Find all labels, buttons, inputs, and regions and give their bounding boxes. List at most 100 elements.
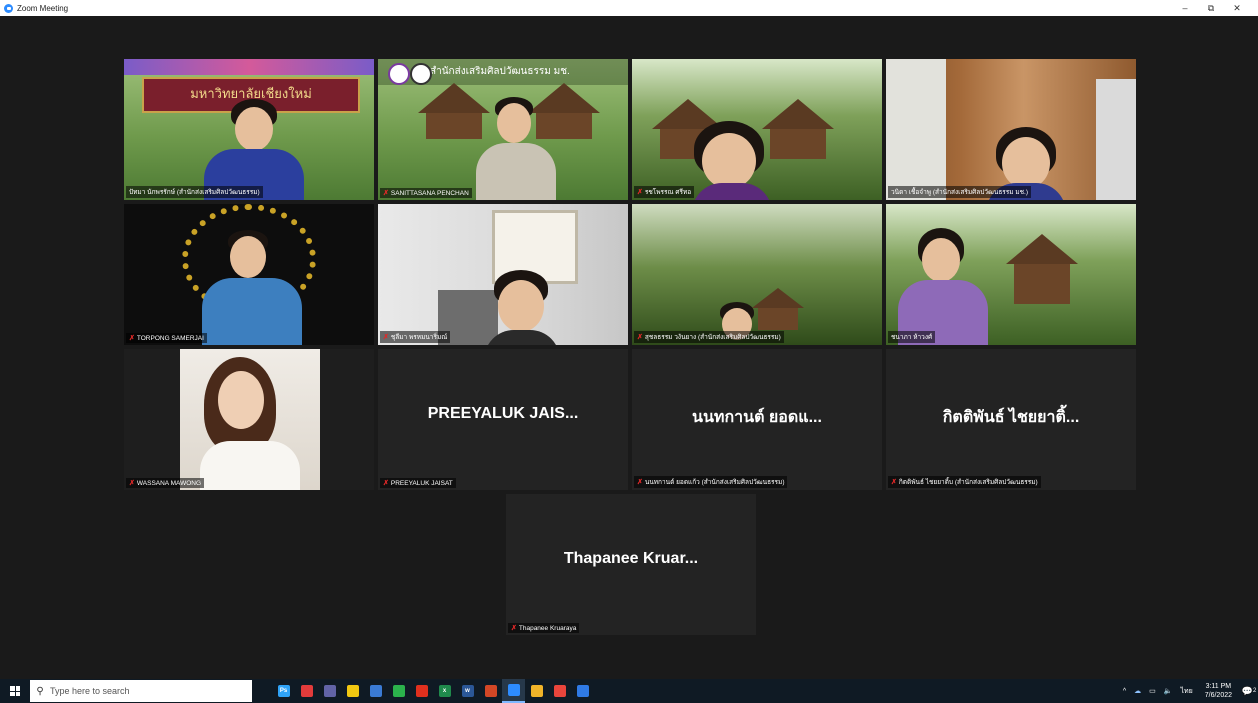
explorer-icon bbox=[530, 685, 543, 697]
participant-name-label: ปัทมา นักพรรักษ์ (สำนักส่งเสริมศิลปวัฒนธ… bbox=[126, 186, 263, 198]
muted-mic-icon: ✗ bbox=[637, 334, 643, 341]
participant-video bbox=[124, 204, 374, 345]
taskbar-app-teams[interactable] bbox=[318, 679, 341, 703]
taskbar-app-zoom[interactable] bbox=[502, 679, 525, 703]
close-button[interactable]: ✕ bbox=[1224, 0, 1250, 16]
taskbar-app-chrome[interactable] bbox=[548, 679, 571, 703]
muted-mic-icon: ✗ bbox=[383, 480, 389, 487]
muted-mic-icon: ✗ bbox=[383, 334, 389, 341]
app-red-icon bbox=[300, 685, 313, 697]
taskbar-app-powerpoint[interactable] bbox=[479, 679, 502, 703]
participant-video bbox=[632, 204, 882, 345]
participant-tile[interactable]: นนทกานต์ ยอดแ... ✗ นนทกานต์ ยอดแก้ว (สำนั… bbox=[632, 349, 882, 490]
taskbar-search[interactable]: ⚲ Type here to search bbox=[30, 680, 252, 702]
participant-video bbox=[886, 204, 1136, 345]
participant-name-label: ✗ TORPONG SAMERJAI bbox=[126, 333, 207, 343]
participant-tile[interactable]: ✗ ชุลีมา พรหมนาริ่มณ์ bbox=[378, 204, 628, 345]
participant-tile[interactable]: วนิดา เชื้อจำพู (สำนักส่งเสริมศิลปวัฒนธร… bbox=[886, 59, 1136, 200]
photoshop-icon: Ps bbox=[277, 685, 290, 697]
participant-tile[interactable]: ✗ TORPONG SAMERJAI bbox=[124, 204, 374, 345]
acrobat-icon bbox=[415, 685, 428, 697]
participant-name-label: ✗ รชโพรรณ ศรีทอ bbox=[634, 186, 695, 198]
notification-icon: 💬 bbox=[1241, 685, 1253, 696]
profile-photo bbox=[180, 349, 320, 490]
participant-video bbox=[886, 59, 1136, 200]
bookshelf bbox=[886, 59, 946, 200]
participant-name-label: ✗ ชุลีมา พรหมนาริ่มณ์ bbox=[380, 331, 451, 343]
muted-mic-icon: ✗ bbox=[637, 479, 643, 486]
gallery-view: มหาวิทยาลัยเชียงใหม่ ปัทมา นักพรรักษ์ (ส… bbox=[0, 16, 1258, 679]
system-tray: ^ ☁ ▭ 🔈 ไทย 3:11 PM 7/6/2022 💬 2 bbox=[1119, 679, 1258, 703]
onedrive-icon[interactable]: ☁ bbox=[1134, 687, 1141, 695]
participant-name-label: ชนาภา ห้าวงศ์ bbox=[888, 331, 936, 343]
participant-name-label: ✗ กิตติพันธ์ ไชยยาติ้บ (สำนักส่งเสริมศิลป… bbox=[888, 476, 1041, 488]
participant-display-name: นนทกานต์ ยอดแ... bbox=[692, 409, 822, 426]
taskbar-app-powerbi[interactable] bbox=[341, 679, 364, 703]
participant-video: สำนักส่งเสริมศิลปวัฒนธรรม มช. bbox=[378, 59, 628, 200]
participant-tile[interactable]: PREEYALUK JAIS... ✗ PREEYALUK JAISAT bbox=[378, 349, 628, 490]
network-icon[interactable]: ▭ bbox=[1149, 687, 1156, 695]
clock[interactable]: 3:11 PM 7/6/2022 bbox=[1205, 682, 1232, 700]
taskbar-app-calendar[interactable] bbox=[364, 679, 387, 703]
muted-mic-icon: ✗ bbox=[511, 625, 517, 632]
muted-mic-icon: ✗ bbox=[129, 480, 135, 487]
window-title-bar: Zoom Meeting – ⧉ ✕ bbox=[0, 0, 1258, 16]
participant-tile[interactable]: ✗ รชโพรรณ ศรีทอ bbox=[632, 59, 882, 200]
participant-name-label: ✗ PREEYALUK JAISAT bbox=[380, 478, 456, 488]
participant-video bbox=[124, 349, 374, 490]
participant-tile[interactable]: ✗ สุชลธรรม วงันยาง (สำนักส่งเสริมศิลปวัฒน… bbox=[632, 204, 882, 345]
participant-display-name: กิตติพันธ์ ไชยยาติ้... bbox=[942, 409, 1080, 426]
taskbar-app-acrobat[interactable] bbox=[410, 679, 433, 703]
participant-tile[interactable]: ชนาภา ห้าวงศ์ bbox=[886, 204, 1136, 345]
search-placeholder: Type here to search bbox=[50, 686, 130, 696]
taskbar-app-line[interactable] bbox=[387, 679, 410, 703]
participant-video bbox=[378, 204, 628, 345]
muted-mic-icon: ✗ bbox=[383, 190, 389, 197]
teams-icon bbox=[323, 685, 336, 697]
participant-tile[interactable]: สำนักส่งเสริมศิลปวัฒนธรรม มช. ✗ SANITTASA… bbox=[378, 59, 628, 200]
clock-time: 3:11 PM bbox=[1205, 683, 1232, 690]
participant-tile[interactable]: กิตติพันธ์ ไชยยาติ้... ✗ กิตติพันธ์ ไชยยา… bbox=[886, 349, 1136, 490]
pinned-apps: Ps x w bbox=[272, 679, 594, 703]
window-title: Zoom Meeting bbox=[17, 3, 69, 13]
participant-name-label: ✗ Thapanee Kruaraya bbox=[508, 623, 580, 633]
participant-display-name: PREEYALUK JAIS... bbox=[427, 405, 579, 422]
bookshelf bbox=[1096, 79, 1136, 200]
notification-center-button[interactable]: 💬 2 bbox=[1240, 679, 1258, 703]
calendar-icon bbox=[369, 685, 382, 697]
powerpoint-icon bbox=[484, 685, 497, 697]
word-icon: w bbox=[461, 685, 474, 697]
org-logo-icon bbox=[410, 63, 432, 85]
participant-name-label: ✗ SANITTASANA PENCHAN bbox=[380, 188, 472, 198]
participant-display-name: Thapanee Kruar... bbox=[563, 550, 699, 567]
snip-icon bbox=[576, 685, 589, 697]
muted-mic-icon: ✗ bbox=[891, 479, 897, 486]
taskbar-app-word[interactable]: w bbox=[456, 679, 479, 703]
language-indicator[interactable]: ไทย bbox=[1181, 686, 1193, 697]
participant-tile[interactable]: มหาวิทยาลัยเชียงใหม่ ปัทมา นักพรรักษ์ (ส… bbox=[124, 59, 374, 200]
notification-count: 2 bbox=[1252, 688, 1257, 694]
org-logo-icon bbox=[388, 63, 410, 85]
taskbar-app-explorer[interactable] bbox=[525, 679, 548, 703]
zoom-logo-icon bbox=[4, 3, 13, 13]
participant-tile[interactable]: ✗ WASSANA MAWONG bbox=[124, 349, 374, 490]
participant-video bbox=[632, 59, 882, 200]
taskbar-app-app-red[interactable] bbox=[295, 679, 318, 703]
taskbar-app-excel[interactable]: x bbox=[433, 679, 456, 703]
restore-button[interactable]: ⧉ bbox=[1198, 0, 1224, 16]
tray-overflow-button[interactable]: ^ bbox=[1123, 688, 1126, 695]
participant-name-label: วนิดา เชื้อจำพู (สำนักส่งเสริมศิลปวัฒนธร… bbox=[888, 186, 1032, 198]
minimize-button[interactable]: – bbox=[1172, 0, 1198, 16]
search-icon: ⚲ bbox=[36, 685, 44, 697]
zoom-icon bbox=[507, 684, 520, 696]
muted-mic-icon: ✗ bbox=[637, 189, 643, 196]
clock-date: 7/6/2022 bbox=[1204, 692, 1232, 699]
participant-name-label: ✗ WASSANA MAWONG bbox=[126, 478, 205, 488]
windows-logo-icon bbox=[10, 686, 20, 696]
taskbar-app-photoshop[interactable]: Ps bbox=[272, 679, 295, 703]
volume-icon[interactable]: 🔈 bbox=[1164, 687, 1173, 695]
start-button[interactable] bbox=[0, 679, 30, 703]
taskbar-app-snip[interactable] bbox=[571, 679, 594, 703]
participant-name-label: ✗ สุชลธรรม วงันยาง (สำนักส่งเสริมศิลปวัฒน… bbox=[634, 331, 784, 343]
participant-tile[interactable]: Thapanee Kruar... ✗ Thapanee Kruaraya bbox=[506, 494, 756, 635]
